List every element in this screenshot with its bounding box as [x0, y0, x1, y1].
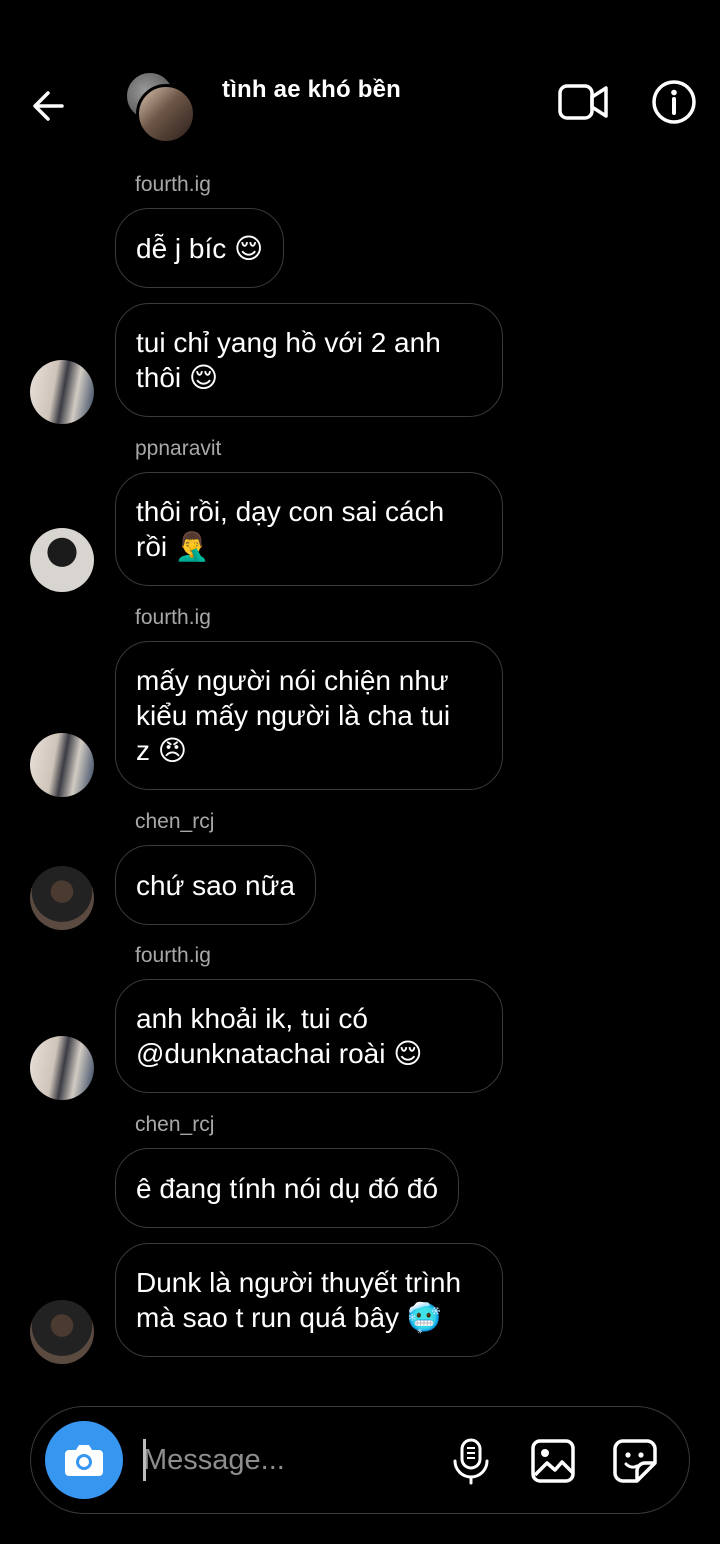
video-call-button[interactable] — [556, 80, 612, 124]
info-button[interactable] — [650, 78, 698, 126]
message-text: tui chỉ yang hồ với 2 anh thôi 😌 — [136, 327, 441, 393]
sender-username: fourth.ig — [135, 944, 211, 967]
avatar[interactable] — [30, 1036, 94, 1100]
image-icon — [531, 1439, 575, 1483]
gallery-button[interactable] — [529, 1437, 577, 1485]
info-icon — [652, 80, 696, 124]
message-text: thôi rồi, dạy con sai cách rồi 🤦‍♂️ — [136, 496, 445, 562]
sticker-icon — [613, 1439, 657, 1483]
message-text: mấy người nói chiện như kiểu mấy người l… — [136, 665, 451, 766]
chat-header: tình ae khó bền — [0, 0, 720, 160]
sender-username: chen_rcj — [135, 810, 215, 833]
voice-message-button[interactable] — [449, 1437, 493, 1485]
chat-title[interactable]: tình ae khó bền — [222, 76, 401, 104]
camera-icon — [65, 1445, 103, 1476]
message-text: anh khoải ik, tui có @dunknatachai roài … — [136, 1003, 423, 1069]
message-composer — [30, 1406, 690, 1514]
message-input[interactable] — [143, 1437, 423, 1483]
avatar[interactable] — [30, 1300, 94, 1364]
message-text: dễ j bíc 😌 — [136, 232, 264, 264]
message-bubble[interactable]: tui chỉ yang hồ với 2 anh thôi 😌 — [115, 303, 503, 417]
avatar[interactable] — [30, 360, 94, 424]
video-camera-icon — [558, 84, 608, 120]
message-text: ê đang tính nói dụ đó đó — [136, 1172, 439, 1204]
message-bubble[interactable]: thôi rồi, dạy con sai cách rồi 🤦‍♂️ — [115, 472, 503, 586]
message-bubble[interactable]: Dunk là người thuyết trình mà sao t run … — [115, 1243, 503, 1357]
message-text: Dunk là người thuyết trình mà sao t run … — [136, 1267, 462, 1333]
sender-username: fourth.ig — [135, 173, 211, 196]
group-avatar-front — [136, 84, 196, 144]
avatar[interactable] — [30, 866, 94, 930]
message-bubble[interactable]: mấy người nói chiện như kiểu mấy người l… — [115, 641, 503, 790]
avatar[interactable] — [30, 733, 94, 797]
camera-button[interactable] — [45, 1421, 123, 1499]
message-bubble[interactable]: dễ j bíc 😌 — [115, 208, 285, 288]
message-bubble[interactable]: ê đang tính nói dụ đó đó — [115, 1148, 460, 1228]
sender-username: chen_rcj — [135, 1113, 215, 1136]
sender-username: fourth.ig — [135, 606, 211, 629]
back-button[interactable] — [28, 84, 72, 128]
message-text: chứ sao nữa — [136, 869, 295, 901]
microphone-icon — [453, 1438, 489, 1485]
sender-username: ppnaravit — [135, 437, 222, 460]
message-bubble[interactable]: chứ sao nữa — [115, 845, 316, 925]
arrow-left-icon — [33, 91, 64, 121]
group-avatar[interactable] — [124, 70, 196, 144]
avatar[interactable] — [30, 528, 94, 592]
message-bubble[interactable]: anh khoải ik, tui có @dunknatachai roài … — [115, 979, 503, 1093]
sticker-button[interactable] — [611, 1437, 659, 1485]
text-cursor — [143, 1439, 146, 1481]
